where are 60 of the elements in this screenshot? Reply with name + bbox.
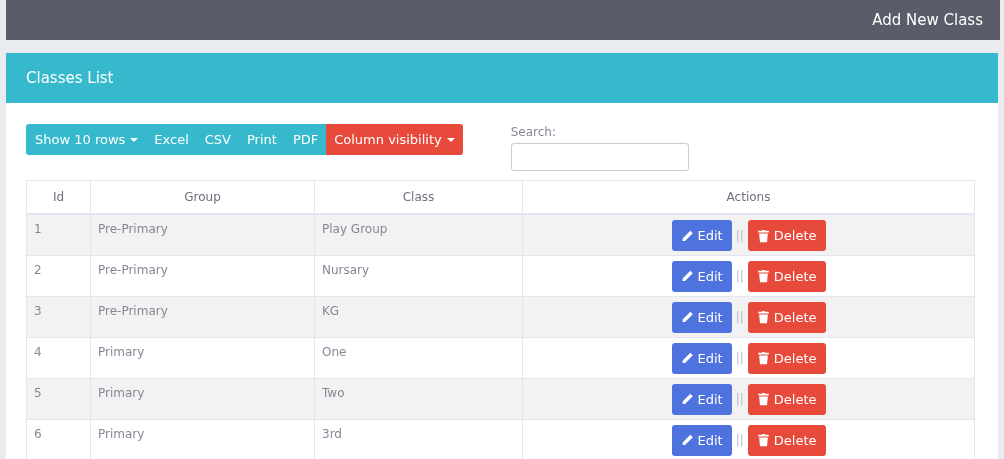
trash-icon xyxy=(756,392,770,406)
table-cell: Primary xyxy=(90,337,315,378)
edit-button[interactable]: Edit xyxy=(671,220,732,251)
trash-icon xyxy=(756,310,770,324)
edit-button[interactable]: Edit xyxy=(671,383,732,415)
toolbar-button[interactable]: PDF xyxy=(284,124,327,155)
table-cell: 5 xyxy=(26,378,91,419)
delete-button[interactable]: Delete xyxy=(747,424,826,456)
card-title: Classes List xyxy=(26,69,114,87)
delete-button[interactable]: Delete xyxy=(747,383,826,415)
delete-button[interactable]: Delete xyxy=(747,342,826,374)
trash-icon xyxy=(756,228,770,243)
toolbar-button[interactable]: Column visibility xyxy=(326,124,463,155)
trash-icon xyxy=(756,351,770,365)
table-cell: Primary xyxy=(90,378,315,419)
table-cell: 3 xyxy=(26,296,91,337)
separator: || xyxy=(735,269,744,283)
edit-button[interactable]: Edit xyxy=(671,342,732,374)
add-new-class-link[interactable]: Add New Class xyxy=(872,11,983,29)
toolbar-button[interactable]: Excel xyxy=(146,124,197,155)
caret-icon xyxy=(446,137,455,142)
table-cell: 3rd xyxy=(314,419,523,459)
pencil-icon xyxy=(680,269,694,283)
pencil-icon xyxy=(680,310,694,324)
search-field[interactable] xyxy=(510,143,689,171)
toolbar-button[interactable]: Show 10 rows xyxy=(26,124,147,155)
separator: || xyxy=(735,392,744,406)
separator: || xyxy=(735,433,744,447)
table-cell: Play Group xyxy=(314,214,523,255)
table-cell: Nursary xyxy=(314,255,523,296)
trash-icon xyxy=(756,269,770,283)
table-cell: Pre-Primary xyxy=(90,296,315,337)
table-cell: Pre-Primary xyxy=(90,255,315,296)
edit-button[interactable]: Edit xyxy=(671,301,732,333)
table-cell: 1 xyxy=(26,214,91,255)
table-cell: One xyxy=(314,337,523,378)
toolbar-button[interactable]: Print xyxy=(239,124,285,155)
table-cell: 4 xyxy=(26,337,91,378)
separator: || xyxy=(735,351,744,365)
pencil-icon xyxy=(680,351,694,365)
table-cell: 2 xyxy=(26,255,91,296)
table-cell: Two xyxy=(314,378,523,419)
table-cell: KG xyxy=(314,296,523,337)
pencil-icon xyxy=(680,228,694,243)
table-cell: 6 xyxy=(26,419,91,459)
pencil-icon xyxy=(680,433,694,447)
delete-button[interactable]: Delete xyxy=(747,301,826,333)
table-cell: Primary xyxy=(90,419,315,459)
separator: || xyxy=(735,310,744,324)
search-label: Search: xyxy=(510,125,557,139)
delete-button[interactable]: Delete xyxy=(747,220,826,251)
trash-icon xyxy=(756,433,770,447)
caret-icon xyxy=(130,137,139,142)
table-cell: Pre-Primary xyxy=(90,214,315,255)
edit-button[interactable]: Edit xyxy=(671,424,732,456)
edit-button[interactable]: Edit xyxy=(671,260,732,292)
toolbar-button[interactable]: CSV xyxy=(196,124,239,155)
separator: || xyxy=(735,228,744,243)
pencil-icon xyxy=(680,392,694,406)
delete-button[interactable]: Delete xyxy=(747,260,826,292)
